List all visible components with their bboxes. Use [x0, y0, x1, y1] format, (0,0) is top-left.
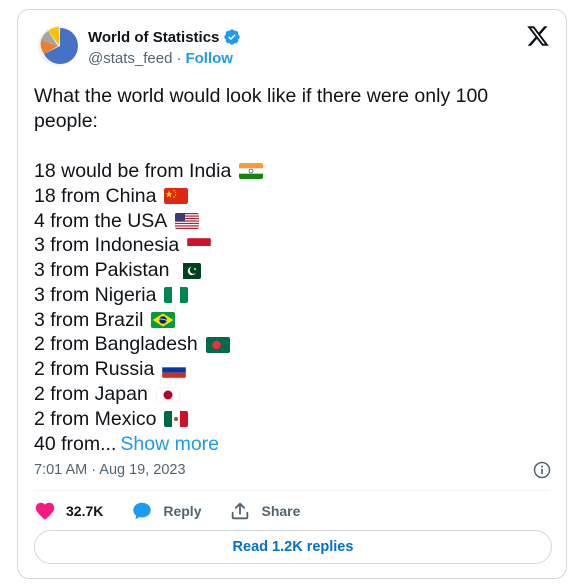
tweet-text: What the world would look like if there …	[34, 84, 534, 457]
list-item-text: 2 from Japan	[34, 383, 148, 406]
usa-flag-icon	[175, 212, 200, 229]
follow-button[interactable]: Follow	[185, 50, 233, 67]
share-upload-icon	[232, 502, 249, 520]
nigeria-flag-icon	[164, 287, 189, 304]
list-item: 4 from the USA	[34, 209, 534, 234]
verified-badge-icon	[224, 29, 241, 45]
reply-label: Reply	[163, 503, 202, 519]
list-item: 3 from Pakistan	[34, 258, 534, 283]
like-button[interactable]: 32.7K	[34, 500, 103, 522]
list-item-text: 3 from Brazil	[34, 308, 144, 331]
list-item-truncated: 40 from... Show more	[34, 432, 534, 457]
heart-icon	[35, 502, 55, 520]
list-item-text: 3 from Indonesia	[34, 234, 180, 257]
pie-chart-avatar-icon	[38, 26, 78, 66]
x-logo-icon[interactable]	[526, 24, 550, 48]
account-handle[interactable]: @stats_feed	[88, 50, 172, 67]
list-item: 2 from Japan	[34, 382, 534, 407]
list-item: 3 from Nigeria	[34, 283, 534, 308]
list-item: 2 from Mexico	[34, 407, 534, 432]
list-item: 3 from Indonesia	[34, 233, 534, 258]
tweet-card: World of Statistics @stats_feed · Follow…	[17, 9, 567, 579]
share-button[interactable]: Share	[229, 500, 300, 522]
list-item: 2 from Russia	[34, 357, 534, 382]
list-item-text: 2 from Bangladesh	[34, 333, 198, 356]
list-item-text: 3 from Pakistan	[34, 259, 170, 282]
timestamp-row: 7:01 AM · Aug 19, 2023	[34, 460, 552, 480]
read-replies-button[interactable]: Read 1.2K replies	[34, 530, 552, 564]
brazil-flag-icon	[151, 312, 176, 329]
separator-dot: ·	[176, 50, 182, 67]
list-item-text: 2 from Russia	[34, 358, 155, 381]
pakistan-flag-icon	[177, 262, 202, 279]
avatar[interactable]	[38, 26, 78, 66]
likes-count: 32.7K	[66, 503, 104, 519]
russia-flag-icon	[162, 361, 187, 378]
bangladesh-flag-icon	[205, 336, 230, 353]
list-item: 3 from Brazil	[34, 308, 534, 333]
list-item: 18 from China	[34, 184, 534, 209]
indonesia-flag-icon	[187, 237, 212, 254]
account-name-row: World of Statistics	[88, 28, 241, 46]
action-bar: 32.7K Reply Share	[34, 500, 300, 522]
list-item-text: 18 would be from India	[34, 159, 232, 182]
account-name[interactable]: World of Statistics	[88, 29, 219, 46]
japan-flag-icon	[155, 386, 180, 403]
info-icon[interactable]	[532, 460, 552, 480]
mexico-flag-icon	[164, 411, 189, 428]
divider	[34, 490, 550, 491]
handle-row: @stats_feed · Follow	[88, 50, 233, 67]
list-item-text: 2 from Mexico	[34, 407, 157, 430]
india-flag-icon	[239, 163, 264, 180]
list-item: 18 would be from India	[34, 159, 534, 184]
list-item-text: 4 from the USA	[34, 209, 168, 232]
timestamp[interactable]: 7:01 AM · Aug 19, 2023	[34, 462, 186, 478]
list-item-text: 3 from Nigeria	[34, 283, 157, 306]
list-item-text: 18 from China	[34, 184, 157, 207]
reply-button[interactable]: Reply	[131, 500, 201, 522]
china-flag-icon	[164, 188, 189, 205]
truncated-line-text: 40 from...	[34, 432, 117, 455]
tweet-intro: What the world would look like if there …	[34, 85, 489, 132]
reply-bubble-icon	[133, 502, 152, 520]
share-label: Share	[261, 503, 301, 519]
show-more-link[interactable]: Show more	[120, 432, 219, 457]
list-item: 2 from Bangladesh	[34, 333, 534, 358]
